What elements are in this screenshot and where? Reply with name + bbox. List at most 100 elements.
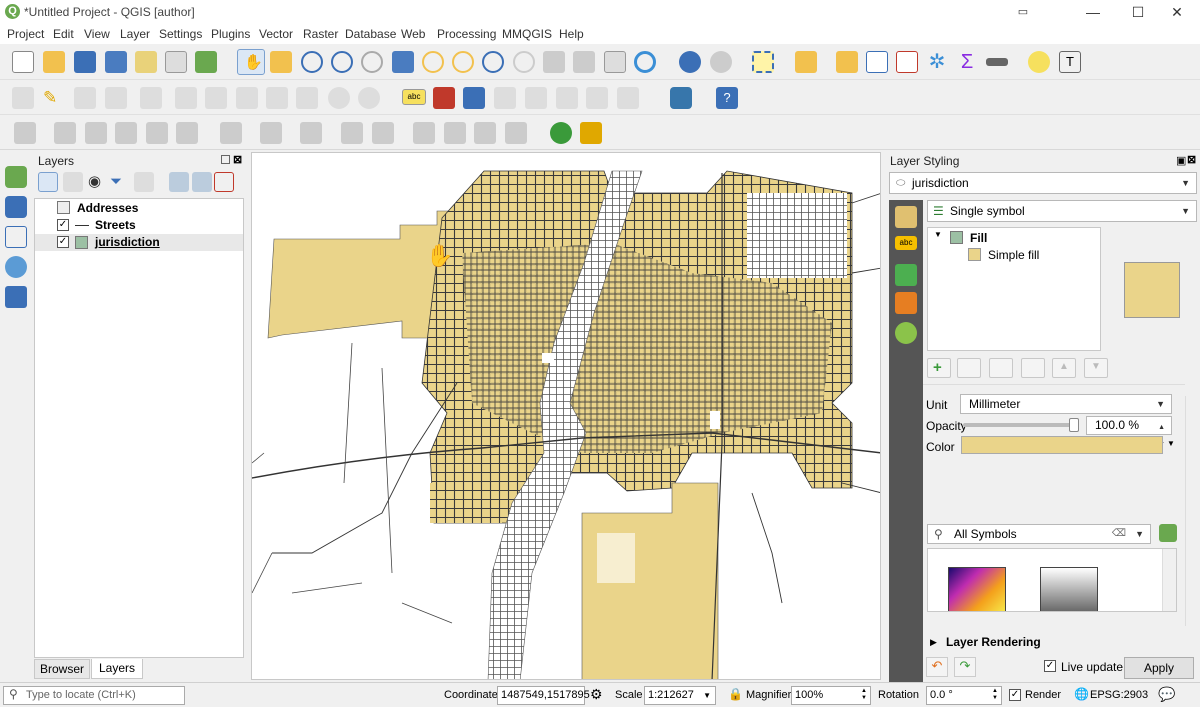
renderer-select[interactable]: Single symbol ☰ ▼ bbox=[927, 200, 1197, 222]
add-group-icon[interactable] bbox=[63, 172, 83, 192]
undo-icon[interactable] bbox=[328, 87, 350, 109]
locator-input[interactable]: Type to locate (Ctrl+K) bbox=[3, 686, 185, 705]
symbology-tab-icon[interactable] bbox=[895, 206, 917, 228]
coordinate-field[interactable]: 1487549,1517895 bbox=[497, 686, 590, 705]
locator-search-icon[interactable] bbox=[550, 122, 572, 144]
menu-raster[interactable]: Raster bbox=[303, 27, 338, 41]
menu-mmqgis[interactable]: MMQGIS bbox=[502, 27, 552, 41]
zoom-last-icon[interactable] bbox=[513, 51, 535, 73]
unit-select[interactable]: Millimeter ▼ bbox=[960, 394, 1172, 414]
current-edits-icon[interactable] bbox=[12, 87, 34, 109]
reshape-features-icon[interactable] bbox=[176, 122, 198, 144]
live-update-checkbox[interactable]: ✓ bbox=[1044, 660, 1056, 672]
toggle-extents-icon[interactable]: ⚙ bbox=[590, 686, 603, 703]
color-button[interactable] bbox=[961, 436, 1163, 454]
diagram-options-icon[interactable] bbox=[433, 87, 455, 109]
refresh-icon[interactable] bbox=[634, 51, 656, 73]
delete-selected-icon[interactable] bbox=[205, 87, 227, 109]
menu-settings[interactable]: Settings bbox=[159, 27, 202, 41]
messages-icon[interactable]: 💬 bbox=[1158, 686, 1175, 703]
text-annotation-icon[interactable]: T bbox=[1059, 51, 1081, 73]
apply-button[interactable]: Apply bbox=[1124, 657, 1194, 679]
label-toolbar-icon[interactable]: abc bbox=[402, 89, 426, 105]
save-as-icon[interactable] bbox=[105, 51, 127, 73]
rotation-field[interactable]: 0.0 ° ▲ ▼ bbox=[926, 686, 1002, 705]
style-dock-icon[interactable] bbox=[38, 172, 58, 192]
lock-symbol-layer-button[interactable] bbox=[989, 358, 1013, 378]
menu-layer[interactable]: Layer bbox=[120, 27, 150, 41]
style-manager-icon[interactable] bbox=[1159, 524, 1177, 542]
filter-by-expression-icon[interactable] bbox=[134, 172, 154, 192]
measure-icon[interactable] bbox=[986, 58, 1008, 66]
attribute-table-icon[interactable] bbox=[866, 51, 888, 73]
opacity-slider-handle[interactable] bbox=[1069, 418, 1079, 432]
tab-browser[interactable]: Browser bbox=[34, 659, 90, 679]
add-part-icon[interactable] bbox=[54, 122, 76, 144]
layer-row-jurisdiction[interactable]: ✓ jurisdiction bbox=[35, 234, 243, 251]
scale-field[interactable]: 1:212627 ▼ bbox=[644, 686, 716, 705]
duplicate-symbol-layer-button[interactable] bbox=[1021, 358, 1045, 378]
zoom-in-icon[interactable] bbox=[301, 51, 323, 73]
diagrams-tab-icon[interactable] bbox=[895, 292, 917, 314]
new-project-icon[interactable] bbox=[12, 51, 34, 73]
simplify-icon[interactable] bbox=[444, 122, 466, 144]
clear-icon[interactable]: ⌫ bbox=[1112, 525, 1126, 543]
redo-style-button[interactable]: ↷ bbox=[954, 657, 976, 677]
move-label-icon[interactable] bbox=[556, 87, 578, 109]
3d-view-tab-icon[interactable] bbox=[895, 264, 917, 286]
layout-manager-icon[interactable] bbox=[165, 51, 187, 73]
add-ring-icon[interactable] bbox=[14, 122, 36, 144]
filter-icon[interactable]: ⏷ bbox=[110, 172, 130, 192]
menu-processing[interactable]: Processing bbox=[437, 27, 496, 41]
menu-web[interactable]: Web bbox=[401, 27, 425, 41]
collapse-arrow-icon[interactable]: ▼ bbox=[934, 230, 942, 239]
rotate-point-icon[interactable] bbox=[413, 122, 435, 144]
trim-extend-icon[interactable] bbox=[474, 122, 496, 144]
remove-symbol-layer-button[interactable] bbox=[957, 358, 981, 378]
paste-features-icon[interactable] bbox=[296, 87, 318, 109]
merge-attributes-icon[interactable] bbox=[372, 122, 394, 144]
statistics-icon[interactable]: Σ bbox=[956, 51, 978, 73]
close-button[interactable]: ✕ bbox=[1154, 0, 1200, 24]
move-up-button[interactable]: ▲ bbox=[1052, 358, 1076, 378]
magnifier-field[interactable]: 100% ▲ ▼ bbox=[791, 686, 871, 705]
move-down-button[interactable]: ▼ bbox=[1084, 358, 1108, 378]
zoom-native-icon[interactable] bbox=[482, 51, 504, 73]
style-manager-icon[interactable] bbox=[195, 51, 217, 73]
rotate-label-icon[interactable] bbox=[586, 87, 608, 109]
layer-rendering-section[interactable]: Layer Rendering bbox=[946, 635, 1041, 649]
symbols-search[interactable]: All Symbols ⚲ ⌫ ▼ bbox=[927, 524, 1151, 544]
help-icon[interactable]: ? bbox=[716, 87, 738, 109]
redo-icon[interactable] bbox=[358, 87, 380, 109]
new-map-view-icon[interactable] bbox=[573, 51, 595, 73]
history-tab-icon[interactable] bbox=[895, 322, 917, 344]
merge-features-icon[interactable] bbox=[341, 122, 363, 144]
symbol-tree-child[interactable]: Simple fill bbox=[988, 248, 1039, 262]
new-print-layout-icon[interactable] bbox=[135, 51, 157, 73]
identify-icon[interactable] bbox=[679, 51, 701, 73]
highlight-labels-icon[interactable] bbox=[463, 87, 485, 109]
layer-row-streets[interactable]: ✓ Streets bbox=[35, 217, 243, 234]
bookmark-icon[interactable] bbox=[604, 51, 626, 73]
menu-database[interactable]: Database bbox=[345, 27, 396, 41]
pan-map-icon[interactable]: ✋ bbox=[237, 49, 265, 75]
chevron-down-icon[interactable]: ▼ bbox=[1167, 439, 1175, 448]
close-panel-icon[interactable]: ⊠ bbox=[233, 153, 242, 166]
minimize-button[interactable]: — bbox=[1070, 0, 1116, 24]
close-panel-icon[interactable]: ⊠ bbox=[1187, 153, 1196, 166]
layer-checkbox[interactable]: ✓ bbox=[57, 236, 69, 248]
digitize-icon[interactable] bbox=[505, 122, 527, 144]
undo-style-button[interactable]: ↶ bbox=[926, 657, 948, 677]
split-features-icon[interactable] bbox=[260, 122, 282, 144]
globe-icon[interactable]: 🌐 bbox=[1074, 687, 1089, 701]
symbol-swatch-plasma[interactable] bbox=[948, 567, 1006, 611]
open-project-icon[interactable] bbox=[43, 51, 65, 73]
menu-vector[interactable]: Vector bbox=[259, 27, 293, 41]
show-hide-labels-icon[interactable] bbox=[525, 87, 547, 109]
cut-features-icon[interactable] bbox=[236, 87, 258, 109]
toggle-editing-icon[interactable]: ✎ bbox=[43, 87, 65, 109]
zoom-to-layer-icon[interactable] bbox=[452, 51, 474, 73]
lock-scale-icon[interactable]: 🔒 bbox=[728, 687, 743, 701]
offset-curve-icon[interactable] bbox=[220, 122, 242, 144]
plugin-tool-icon[interactable] bbox=[580, 122, 602, 144]
